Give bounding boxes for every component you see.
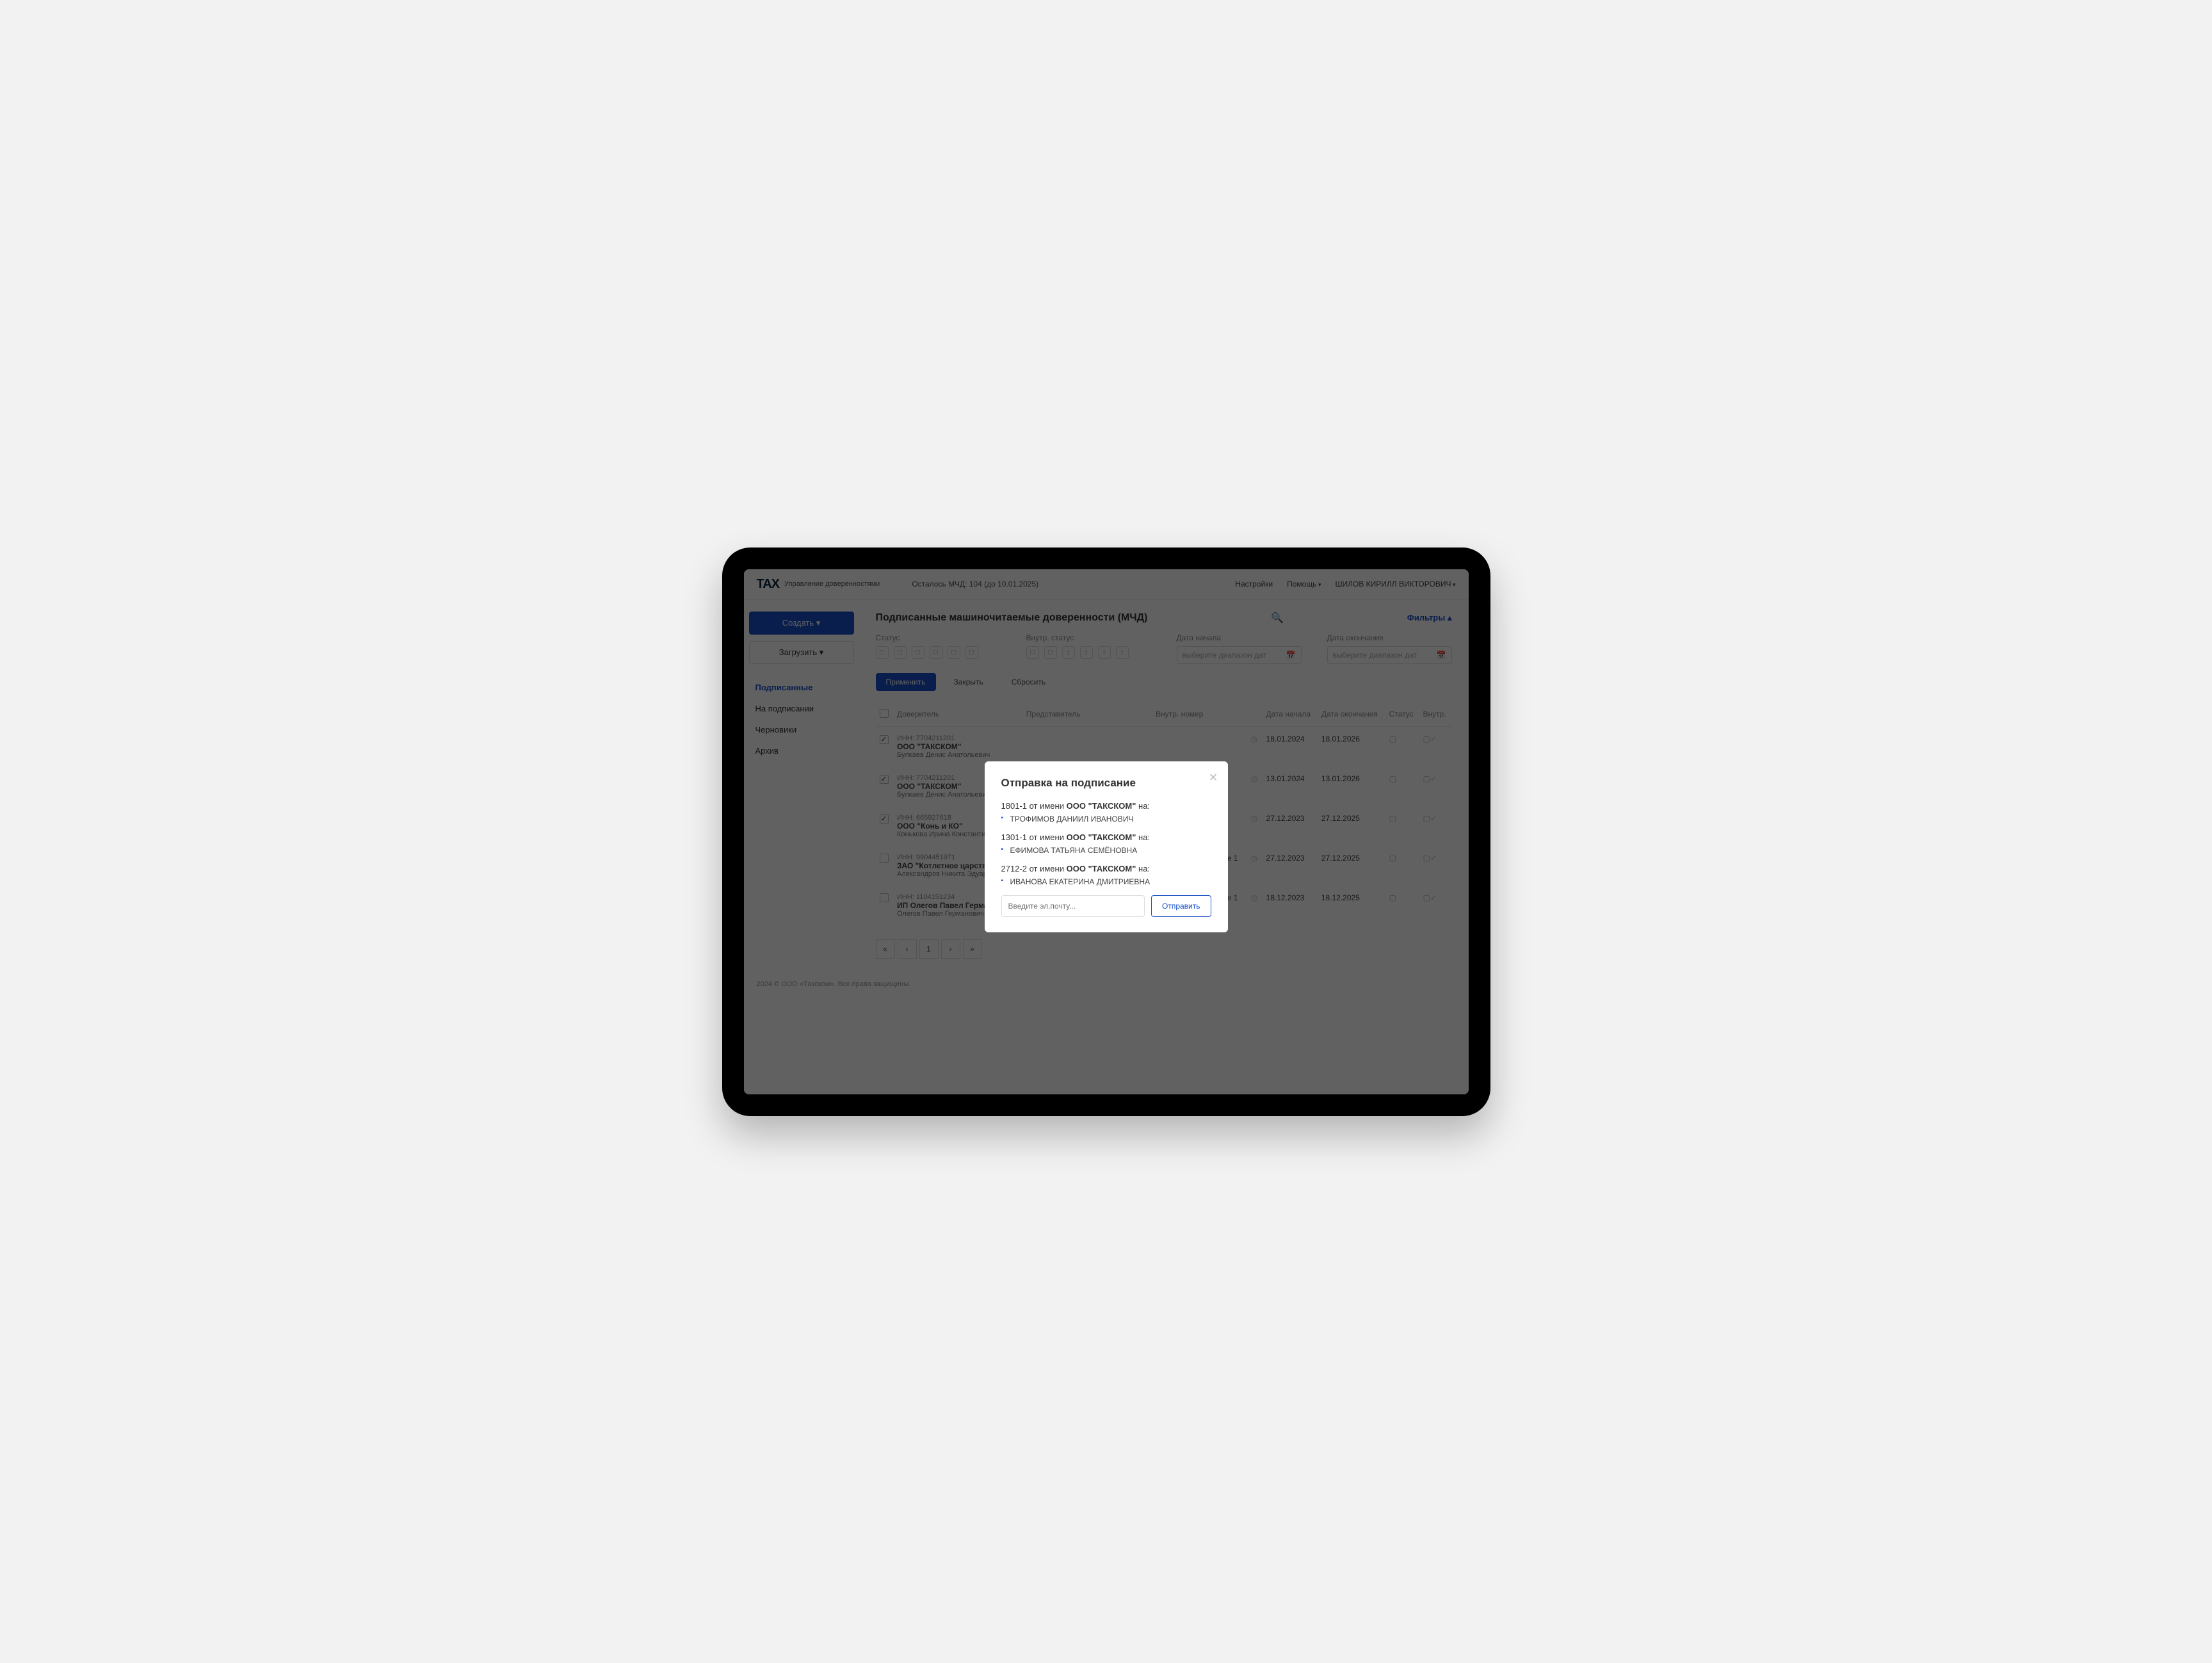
modal-recipient: ТРОФИМОВ ДАНИИЛ ИВАНОВИЧ — [1001, 815, 1211, 823]
tablet-device-frame: TAX Управление доверенностями Осталось М… — [722, 548, 1490, 1116]
modal-block-header: 2712-2 от имени ООО "ТАКСКОМ" на: — [1001, 864, 1211, 873]
send-button[interactable]: Отправить — [1151, 895, 1211, 917]
modal-overlay[interactable]: × Отправка на подписание 1801-1 от имени… — [744, 569, 1469, 1094]
app-screen: TAX Управление доверенностями Осталось М… — [744, 569, 1469, 1094]
modal-block-header: 1301-1 от имени ООО "ТАКСКОМ" на: — [1001, 832, 1211, 842]
modal-block-header: 1801-1 от имени ООО "ТАКСКОМ" на: — [1001, 801, 1211, 811]
close-icon[interactable]: × — [1209, 770, 1218, 784]
modal-recipient: ИВАНОВА ЕКАТЕРИНА ДМИТРИЕВНА — [1001, 877, 1211, 886]
email-input[interactable] — [1001, 895, 1145, 917]
modal-title: Отправка на подписание — [1001, 777, 1211, 790]
modal-recipient: ЕФИМОВА ТАТЬЯНА СЕМЁНОВНА — [1001, 846, 1211, 855]
send-for-signing-modal: × Отправка на подписание 1801-1 от имени… — [985, 761, 1228, 932]
